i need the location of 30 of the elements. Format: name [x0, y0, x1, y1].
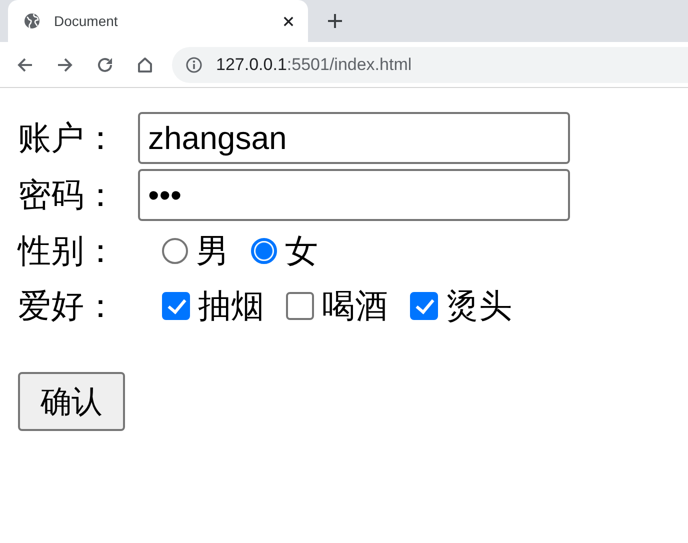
radio-label: 女 [285, 230, 318, 272]
checkbox-label: 喝酒 [322, 285, 388, 327]
username-field[interactable]: zhangsan [138, 112, 570, 164]
back-icon[interactable] [16, 56, 34, 74]
radio-button[interactable] [162, 238, 188, 264]
url-host: 127.0.0.1 [216, 54, 287, 74]
password-field[interactable]: ••• [138, 169, 570, 221]
globe-icon [24, 13, 40, 29]
field-label: 性别： [18, 230, 118, 272]
checkbox-label: 抽烟 [198, 285, 264, 327]
address-bar[interactable]: 127.0.0.1:5501/index.html [172, 46, 688, 82]
url-path: :5501/index.html [286, 54, 412, 74]
field-label: 密码： [18, 174, 118, 216]
tab-title: Document [54, 13, 119, 29]
field-label: 账户： [18, 117, 118, 159]
checkbox[interactable] [286, 292, 314, 320]
info-icon [186, 56, 202, 72]
checkbox[interactable] [162, 292, 190, 320]
browser-tab[interactable]: Document [8, 0, 308, 42]
close-icon[interactable] [283, 16, 294, 26]
checkbox[interactable] [410, 292, 438, 320]
checkbox-label: 烫头 [446, 285, 512, 327]
forward-icon[interactable] [56, 56, 74, 74]
radio-button[interactable] [251, 238, 277, 264]
new-tab-icon[interactable] [328, 14, 342, 28]
radio-label: 男 [196, 230, 229, 272]
confirm-button[interactable]: 确认 [18, 372, 125, 431]
home-icon[interactable] [136, 56, 154, 74]
field-label: 爱好： [18, 285, 118, 327]
reload-icon[interactable] [96, 56, 114, 74]
